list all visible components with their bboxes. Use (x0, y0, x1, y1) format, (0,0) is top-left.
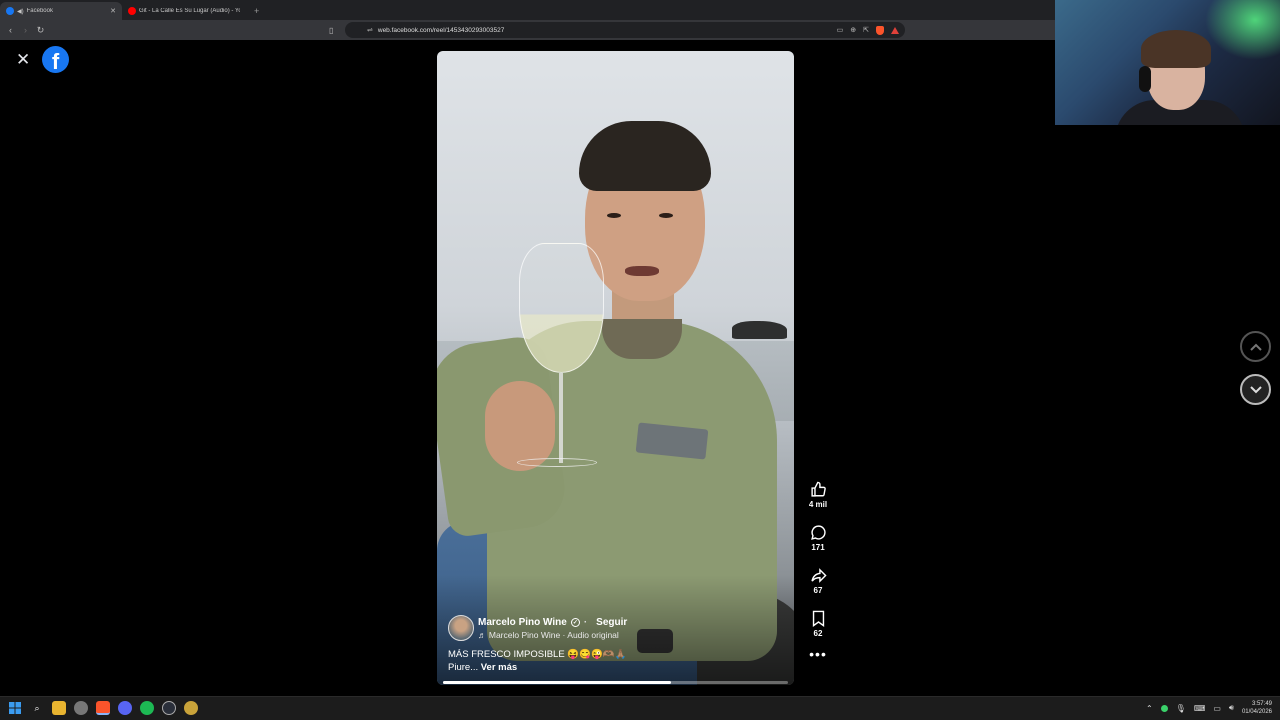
shirt-collar (602, 319, 682, 359)
share-count: 67 (813, 586, 823, 595)
reel-actions: 4 mil 171 67 62 ••• (802, 480, 834, 662)
chevron-up-icon (1249, 343, 1262, 351)
cast-icon[interactable]: ▭ (837, 26, 844, 34)
forward-button[interactable]: › (18, 25, 33, 35)
site-info-icon[interactable]: ⇌ (367, 26, 373, 34)
browser-toolbar: ‹ › ↻ ▯ ⇌ web.facebook.com/reel/14534302… (0, 20, 1055, 40)
wine-glass (519, 243, 604, 373)
speaker-icon: ◀) (17, 8, 24, 15)
eye (659, 213, 673, 218)
reload-button[interactable]: ↻ (33, 25, 48, 36)
spotify-icon[interactable] (140, 701, 154, 715)
facebook-logo-icon[interactable]: f (42, 46, 69, 73)
windows-taskbar: ⌕ ⌃ 🎙︎ ⌨︎ ▭ 🔊︎ 3:57:49 01/04/2026 (0, 696, 1280, 720)
facebook-favicon-icon (6, 7, 14, 15)
verified-badge-icon: ✓ (570, 617, 580, 627)
comment-button[interactable]: 171 (802, 523, 834, 552)
separator: · (583, 616, 588, 628)
mouth (625, 266, 659, 276)
caption-line: Piure... (448, 662, 479, 673)
discord-icon[interactable] (118, 701, 132, 715)
tab-title: Git - La Calle Es Su Lugar (Audio) - Yo (139, 8, 240, 14)
share-button[interactable]: 67 (802, 566, 834, 595)
wine-glass-stem (559, 373, 563, 463)
comment-icon (802, 523, 834, 541)
tray-status-icon[interactable] (1160, 704, 1168, 712)
more-options-icon[interactable]: ••• (802, 646, 834, 662)
see-more-link[interactable]: Ver más (481, 662, 517, 673)
file-explorer-icon[interactable] (52, 701, 66, 715)
caption-line: MÁS FRESCO IMPOSIBLE 😝😋😜🫶🏽🙏🏽 (448, 649, 627, 660)
close-tab-icon[interactable]: ✕ (110, 7, 116, 15)
brave-rewards-icon[interactable] (891, 26, 899, 34)
address-bar[interactable]: ▯ ⇌ web.facebook.com/reel/14534302930035… (329, 22, 905, 38)
app-icon[interactable] (184, 701, 198, 715)
like-count: 4 mil (808, 500, 828, 509)
like-button[interactable]: 4 mil (802, 480, 834, 509)
new-tab-button[interactable]: + (246, 2, 267, 20)
tab-title: Facebook (26, 8, 53, 14)
author-name-row: Marcelo Pino Wine ✓ · Seguir (478, 617, 627, 628)
rock (732, 321, 787, 339)
chevron-down-icon (1249, 385, 1262, 393)
reel-author: Marcelo Pino Wine ✓ · Seguir ♬ Marcelo P… (448, 615, 627, 641)
tray-chevron-up-icon[interactable]: ⌃ (1146, 704, 1153, 713)
follow-button[interactable]: Seguir (596, 617, 627, 628)
previous-reel-button[interactable] (1240, 331, 1271, 362)
reel-video[interactable]: Marcelo Pino Wine ✓ · Seguir ♬ Marcelo P… (437, 51, 794, 685)
reel-caption: MÁS FRESCO IMPOSIBLE 😝😋😜🫶🏽🙏🏽 Piure... Ve… (448, 648, 688, 674)
share-icon[interactable]: ⇱ (863, 26, 869, 34)
steam-icon[interactable] (162, 701, 176, 715)
system-tray: ⌃ 🎙︎ ⌨︎ ▭ 🔊︎ 3:57:49 01/04/2026 (1146, 700, 1272, 716)
thumbs-up-icon (802, 480, 834, 498)
reel-navigation (1240, 331, 1271, 417)
browser-tab-strip: ◀) Facebook ✕ Git - La Calle Es Su Lugar… (0, 0, 1055, 20)
save-count: 62 (813, 629, 823, 638)
search-icon[interactable]: ⌕ (30, 701, 44, 715)
eye (607, 213, 621, 218)
taskbar-apps: ⌕ (8, 701, 198, 715)
headset-icon (1139, 66, 1151, 92)
hair (579, 121, 711, 191)
bookmark-icon (802, 609, 834, 627)
author-info: Marcelo Pino Wine ✓ · Seguir ♬ Marcelo P… (478, 617, 627, 640)
brave-browser-icon[interactable] (96, 701, 110, 715)
url-text[interactable]: web.facebook.com/reel/1453430293003527 (378, 27, 505, 34)
bookmark-icon[interactable]: ▯ (329, 26, 333, 35)
network-icon[interactable]: ▭ (1213, 704, 1221, 713)
security-app-icon[interactable] (74, 701, 88, 715)
save-button[interactable]: 62 (802, 609, 834, 638)
clock-date: 01/04/2026 (1241, 709, 1272, 715)
tab-youtube[interactable]: Git - La Calle Es Su Lugar (Audio) - Yo (122, 2, 246, 20)
audio-label[interactable]: ♬ Marcelo Pino Wine · Audio original (478, 630, 627, 640)
brave-shield-icon[interactable] (876, 25, 884, 35)
windows-start-icon[interactable] (8, 701, 22, 715)
video-progress-bar[interactable] (443, 681, 788, 684)
comment-count: 171 (811, 543, 825, 552)
back-button[interactable]: ‹ (3, 25, 18, 35)
zoom-icon[interactable]: ⊕ (850, 26, 856, 34)
next-reel-button[interactable] (1240, 374, 1271, 405)
share-arrow-icon (802, 566, 834, 584)
webcam-light (1205, 0, 1280, 60)
keyboard-icon[interactable]: ⌨︎ (1194, 704, 1206, 713)
youtube-favicon-icon (128, 7, 136, 15)
tab-facebook[interactable]: ◀) Facebook ✕ (0, 2, 122, 20)
webcam-person-hair (1141, 30, 1211, 68)
clock-time: 3:57:49 (1251, 701, 1272, 707)
author-avatar[interactable] (448, 615, 474, 641)
taskbar-clock[interactable]: 3:57:49 01/04/2026 (1242, 700, 1272, 716)
microphone-icon[interactable]: 🎙︎ (1176, 704, 1186, 713)
author-name[interactable]: Marcelo Pino Wine (478, 617, 567, 628)
volume-icon[interactable]: 🔊︎ (1229, 703, 1234, 713)
close-reel-button[interactable]: ✕ (16, 50, 30, 70)
webcam-overlay (1055, 0, 1280, 125)
wine-glass-base (517, 458, 597, 467)
video-progress-fill (443, 681, 671, 684)
